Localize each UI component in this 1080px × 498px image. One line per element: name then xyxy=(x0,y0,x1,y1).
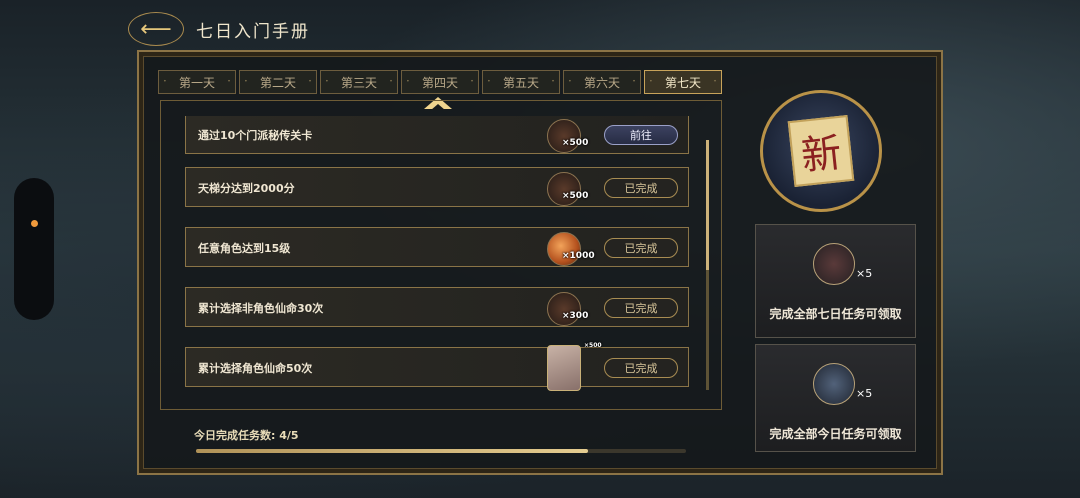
reward-quantity-value: 500 xyxy=(569,191,589,201)
reward-quantity-value: 500 xyxy=(569,138,589,148)
scroll-icon xyxy=(813,363,855,405)
card-icon xyxy=(547,345,581,391)
back-arrow-icon: ⟵ xyxy=(140,16,172,42)
reward-text: 完成全部今日任务可领取 xyxy=(769,427,902,441)
tab-day-2[interactable]: 第二天 xyxy=(239,70,317,94)
tab-day-6[interactable]: 第六天 xyxy=(563,70,641,94)
medallion-glyph: 新 xyxy=(787,115,855,187)
daily-reward-card[interactable]: ×5 完成全部今日任务可领取 xyxy=(755,344,916,452)
task-list[interactable]: 通过10个门派秘传关卡 ×500 前往 天梯分达到2000分 ×500 已完成 … xyxy=(165,116,710,406)
go-button[interactable]: 前往 xyxy=(604,125,678,145)
reward-quantity: ×500 xyxy=(562,138,589,148)
reward-count: ×5 xyxy=(856,387,873,400)
task-row: 累计选择非角色仙命30次 ×300 已完成 xyxy=(185,287,689,327)
reward-quantity: ×500 xyxy=(562,191,589,201)
seven-day-reward-card[interactable]: ×5 完成全部七日任务可领取 xyxy=(755,224,916,338)
tab-day-5[interactable]: 第五天 xyxy=(482,70,560,94)
task-label: 任意角色达到15级 xyxy=(198,242,291,255)
task-row: 累计选择角色仙命50次 ×500 已完成 xyxy=(185,342,689,391)
tab-day-4[interactable]: 第四天 xyxy=(401,70,479,94)
task-row: 天梯分达到2000分 ×500 已完成 xyxy=(185,167,689,207)
tab-day-7[interactable]: 第七天 xyxy=(644,70,722,94)
completed-button[interactable]: 已完成 xyxy=(604,238,678,258)
progress-label: 今日完成任务数: 4/5 xyxy=(194,429,299,442)
completed-button[interactable]: 已完成 xyxy=(604,178,678,198)
page-title: 七日入门手册 xyxy=(196,22,310,42)
task-label: 累计选择角色仙命50次 xyxy=(198,362,313,375)
notification-dot xyxy=(31,220,38,227)
task-label: 天梯分达到2000分 xyxy=(198,182,295,195)
tab-day-1[interactable]: 第一天 xyxy=(158,70,236,94)
reward-quantity: ×500 xyxy=(584,342,602,349)
reward-quantity-value: 300 xyxy=(569,311,589,321)
reward-quantity: ×300 xyxy=(562,311,589,321)
scrollbar-thumb[interactable] xyxy=(706,140,709,270)
day-tabs: 第一天 第二天 第三天 第四天 第五天 第六天 第七天 xyxy=(158,70,722,94)
back-button[interactable]: ⟵ xyxy=(128,12,184,46)
reward-text: 完成全部七日任务可领取 xyxy=(769,307,902,321)
task-row: 任意角色达到15级 ×1000 已完成 xyxy=(185,227,689,267)
tab-day-3[interactable]: 第三天 xyxy=(320,70,398,94)
reward-quantity-value: 500 xyxy=(589,342,602,349)
task-row: 通过10个门派秘传关卡 ×500 前往 xyxy=(185,116,689,154)
medallion: 新 xyxy=(760,90,882,212)
task-label: 累计选择非角色仙命30次 xyxy=(198,302,324,315)
reward-quantity-value: 1000 xyxy=(569,251,595,261)
completed-button[interactable]: 已完成 xyxy=(604,358,678,378)
side-drawer-handle[interactable] xyxy=(14,178,54,320)
token-icon xyxy=(813,243,855,285)
task-label: 通过10个门派秘传关卡 xyxy=(198,129,313,142)
reward-count: ×5 xyxy=(856,267,873,280)
reward-quantity: ×1000 xyxy=(562,251,595,261)
completed-button[interactable]: 已完成 xyxy=(604,298,678,318)
progress-fill xyxy=(196,449,588,453)
